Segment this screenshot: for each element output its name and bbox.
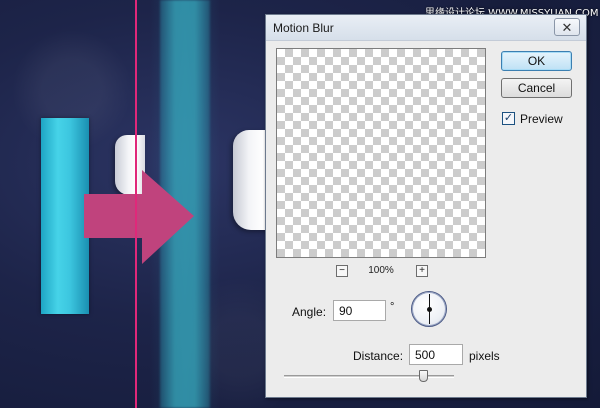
dialog-title: Motion Blur <box>273 21 334 35</box>
zoom-level: 100% <box>368 265 394 276</box>
distance-input[interactable] <box>409 344 463 365</box>
checkmark-icon: ✓ <box>503 112 514 124</box>
close-button[interactable]: ✕ <box>554 18 580 36</box>
guide-line <box>135 0 137 408</box>
preview-checkbox[interactable]: ✓ <box>502 112 515 125</box>
angle-dial-icon[interactable] <box>411 291 447 327</box>
dialog-titlebar[interactable]: Motion Blur ✕ <box>266 15 586 41</box>
arrow-right-icon <box>84 170 194 264</box>
motion-blur-dialog: Motion Blur ✕ − 100% + OK Cancel ✓ Previ… <box>265 14 587 398</box>
close-icon: ✕ <box>561 19 573 35</box>
degree-symbol: ° <box>390 301 395 313</box>
ok-button[interactable]: OK <box>501 51 572 71</box>
distance-slider[interactable] <box>284 375 454 378</box>
cyan-bar <box>41 118 89 314</box>
distance-label: Distance: <box>353 349 404 363</box>
preview-label: Preview <box>520 112 563 126</box>
cancel-button[interactable]: Cancel <box>501 78 572 98</box>
distance-unit: pixels <box>469 349 500 363</box>
angle-label: Angle: <box>292 305 327 319</box>
distance-slider-thumb[interactable] <box>418 370 428 382</box>
zoom-out-button[interactable]: − <box>336 265 348 277</box>
zoom-in-button[interactable]: + <box>416 265 428 277</box>
angle-input[interactable] <box>333 300 386 321</box>
preview-pane[interactable] <box>276 48 486 258</box>
angle-dial-hub <box>427 307 432 312</box>
